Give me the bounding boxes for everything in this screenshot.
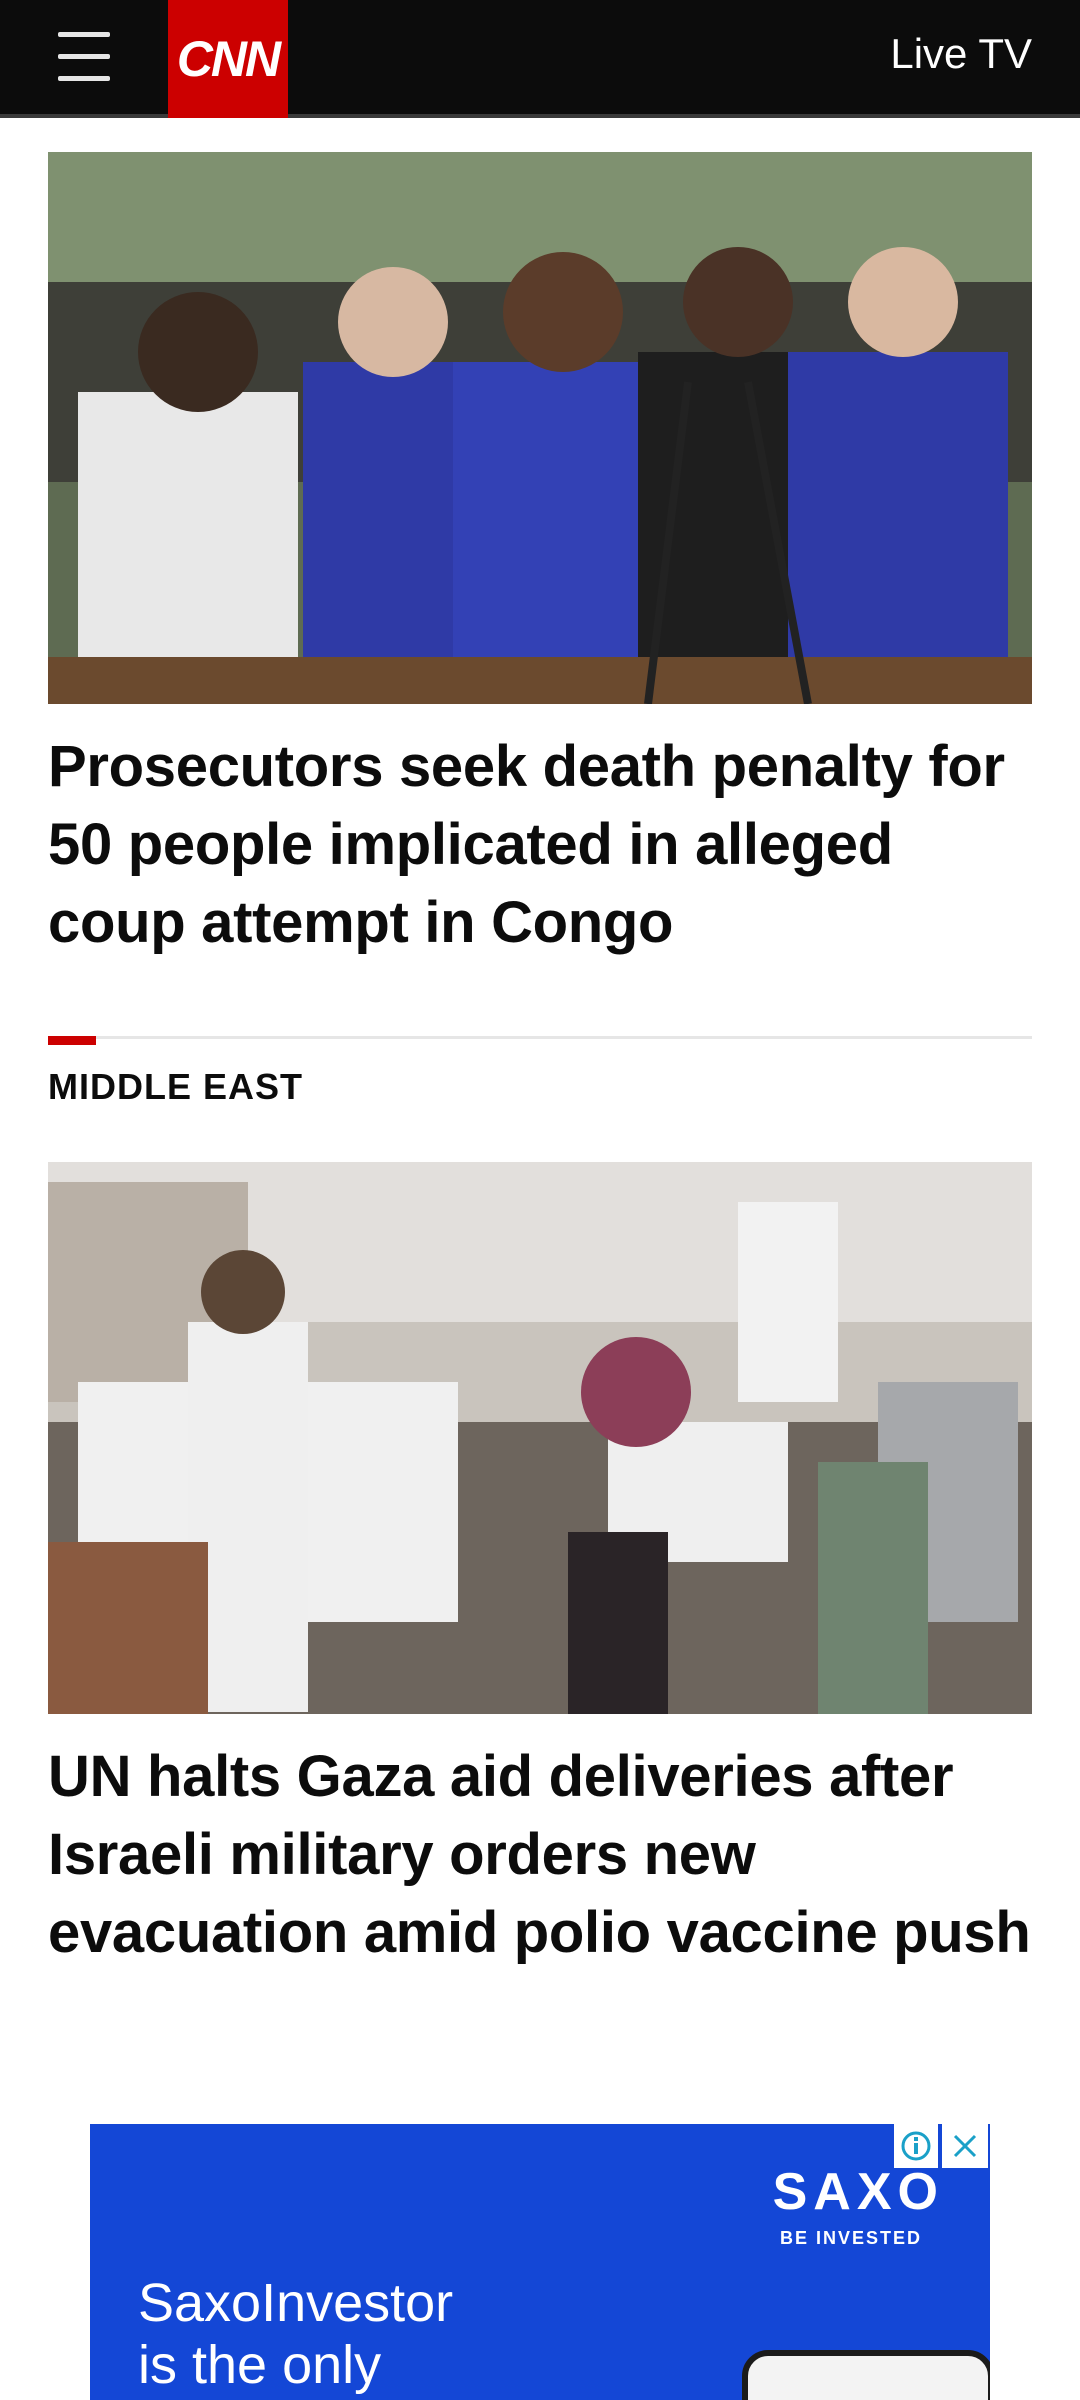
top-nav-bar: CNN Live TV [0, 0, 1080, 118]
ad-copy: SaxoInvestor is the only [138, 2272, 453, 2396]
story-image-gaza[interactable] [48, 1162, 1032, 1714]
section-title[interactable]: MIDDLE EAST [48, 1066, 303, 1108]
menu-icon[interactable] [56, 30, 112, 82]
story-image-congo[interactable] [48, 152, 1032, 704]
story-headline[interactable]: UN halts Gaza aid deliveries after Israe… [48, 1738, 1038, 1972]
logo-text: CNN [176, 31, 281, 87]
live-tv-link[interactable]: Live TV [890, 30, 1032, 78]
ad-tagline: BE INVESTED [779, 2228, 922, 2248]
section-divider [48, 1036, 1032, 1039]
story-headline[interactable]: Prosecutors seek death penalty for 50 pe… [48, 728, 1038, 962]
ad-copy-line1: SaxoInvestor [138, 2273, 454, 2333]
section-accent-bar [48, 1036, 96, 1045]
ad-phone-image [742, 2350, 990, 2400]
cnn-logo[interactable]: CNN [168, 0, 288, 118]
ad-brand-logo: SAXO [772, 2163, 944, 2221]
saxo-advertisement[interactable]: SAXO BE INVESTED SaxoInvestor is the onl… [90, 2124, 990, 2400]
ad-copy-line2: is the only [138, 2335, 382, 2395]
ad-close-icon[interactable] [942, 2124, 988, 2168]
